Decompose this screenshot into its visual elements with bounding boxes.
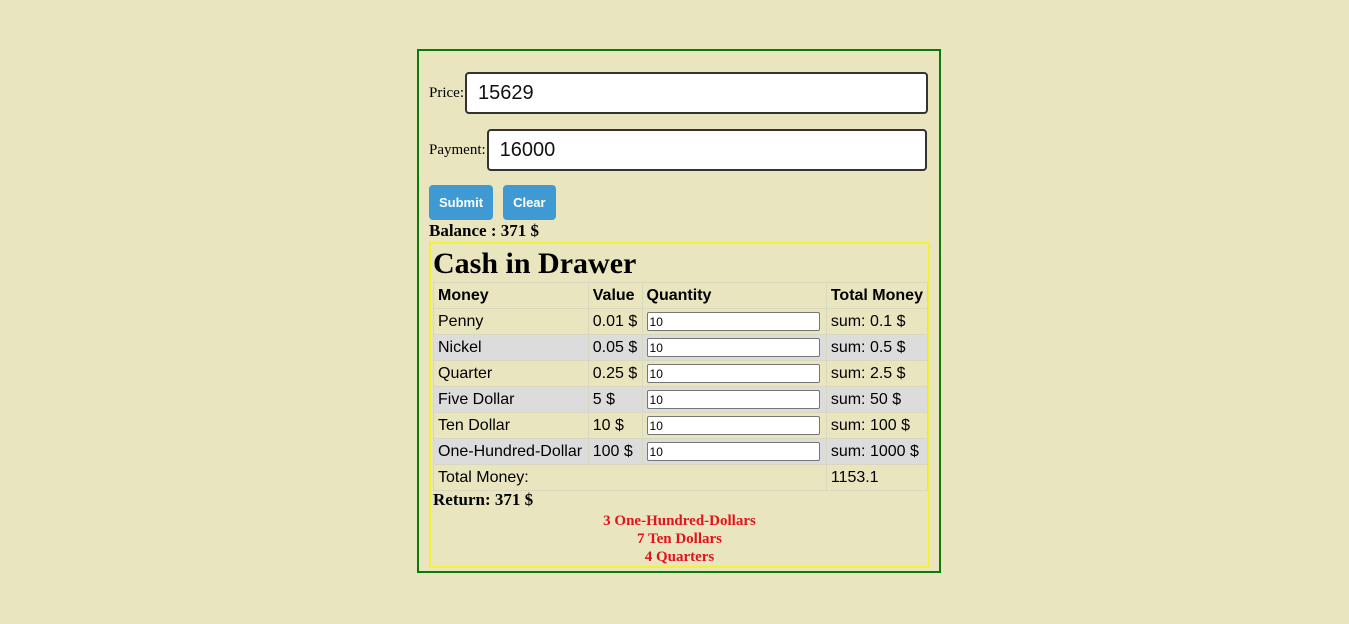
money-name: Ten Dollar bbox=[433, 412, 589, 439]
price-label: Price: bbox=[429, 84, 464, 101]
money-sum: sum: 0.5 $ bbox=[825, 334, 929, 361]
quantity-cell bbox=[641, 360, 827, 387]
quantity-cell bbox=[641, 386, 827, 413]
header-total-money: Total Money bbox=[825, 282, 929, 309]
button-group: Submit Clear bbox=[429, 185, 556, 220]
money-value: 0.01 $ bbox=[587, 308, 643, 335]
header-money: Money bbox=[433, 282, 589, 309]
quantity-input-quarter[interactable] bbox=[646, 364, 820, 383]
header-quantity: Quantity bbox=[641, 282, 827, 309]
table-header-row: Money Value Quantity Total Money bbox=[433, 282, 929, 309]
money-name: Nickel bbox=[433, 334, 589, 361]
total-money-label: Total Money: bbox=[433, 464, 827, 491]
submit-button[interactable]: Submit bbox=[429, 185, 494, 220]
drawer-title: Cash in Drawer bbox=[433, 247, 637, 280]
money-name: Penny bbox=[433, 308, 589, 335]
return-text: Return: 371 $ bbox=[433, 490, 534, 509]
money-value: 0.05 $ bbox=[587, 334, 643, 361]
quantity-input-ten-dollar[interactable] bbox=[646, 416, 820, 435]
quantity-cell bbox=[641, 308, 827, 335]
quantity-input-one-hundred-dollar[interactable] bbox=[646, 442, 820, 461]
money-value: 10 $ bbox=[587, 412, 643, 439]
money-name: Quarter bbox=[433, 360, 589, 387]
money-sum: sum: 50 $ bbox=[825, 386, 929, 413]
change-item: 3 One-Hundred-Dollars bbox=[603, 513, 756, 529]
quantity-cell bbox=[641, 334, 827, 361]
money-sum: sum: 2.5 $ bbox=[825, 360, 929, 387]
change-item: 7 Ten Dollars bbox=[636, 531, 723, 547]
quantity-cell bbox=[641, 438, 827, 465]
cash-drawer-section: Cash in Drawer Money Value Quantity Tota… bbox=[429, 242, 930, 568]
quantity-cell bbox=[641, 412, 827, 439]
table-row-total: Total Money: 1153.1 bbox=[433, 464, 929, 491]
clear-button[interactable]: Clear bbox=[503, 185, 556, 220]
table-row-quarter: Quarter 0.25 $ sum: 2.5 $ bbox=[433, 360, 929, 387]
money-sum: sum: 100 $ bbox=[825, 412, 929, 439]
change-list: 3 One-Hundred-Dollars 7 Ten Dollars 4 Qu… bbox=[431, 512, 928, 566]
money-value: 100 $ bbox=[587, 438, 643, 465]
table-row-one-hundred-dollar: One-Hundred-Dollar 100 $ sum: 1000 $ bbox=[433, 438, 929, 465]
quantity-input-nickel[interactable] bbox=[646, 338, 820, 357]
table-row-nickel: Nickel 0.05 $ sum: 0.5 $ bbox=[433, 334, 929, 361]
total-money-value: 1153.1 bbox=[825, 464, 929, 491]
balance-text: Balance : 371 $ bbox=[429, 221, 540, 240]
header-value: Value bbox=[587, 282, 643, 309]
money-name: Five Dollar bbox=[433, 386, 589, 413]
price-row: Price: bbox=[429, 72, 928, 114]
price-input[interactable] bbox=[465, 72, 928, 114]
payment-input[interactable] bbox=[486, 129, 927, 171]
money-sum: sum: 0.1 $ bbox=[825, 308, 929, 335]
quantity-input-five-dollar[interactable] bbox=[646, 390, 820, 409]
payment-row: Payment: bbox=[429, 129, 927, 171]
money-name: One-Hundred-Dollar bbox=[433, 438, 589, 465]
change-item: 4 Quarters bbox=[644, 549, 715, 565]
table-row-ten-dollar: Ten Dollar 10 $ sum: 100 $ bbox=[433, 412, 929, 439]
table-row-five-dollar: Five Dollar 5 $ sum: 50 $ bbox=[433, 386, 929, 413]
cash-table: Money Value Quantity Total Money Penny 0… bbox=[433, 282, 929, 491]
money-value: 5 $ bbox=[587, 386, 643, 413]
cash-register-panel: Price: Payment: Submit Clear Balance : 3… bbox=[417, 49, 941, 573]
money-value: 0.25 $ bbox=[587, 360, 643, 387]
table-row-penny: Penny 0.01 $ sum: 0.1 $ bbox=[433, 308, 929, 335]
quantity-input-penny[interactable] bbox=[646, 312, 820, 331]
money-sum: sum: 1000 $ bbox=[825, 438, 929, 465]
payment-label: Payment: bbox=[429, 141, 486, 158]
